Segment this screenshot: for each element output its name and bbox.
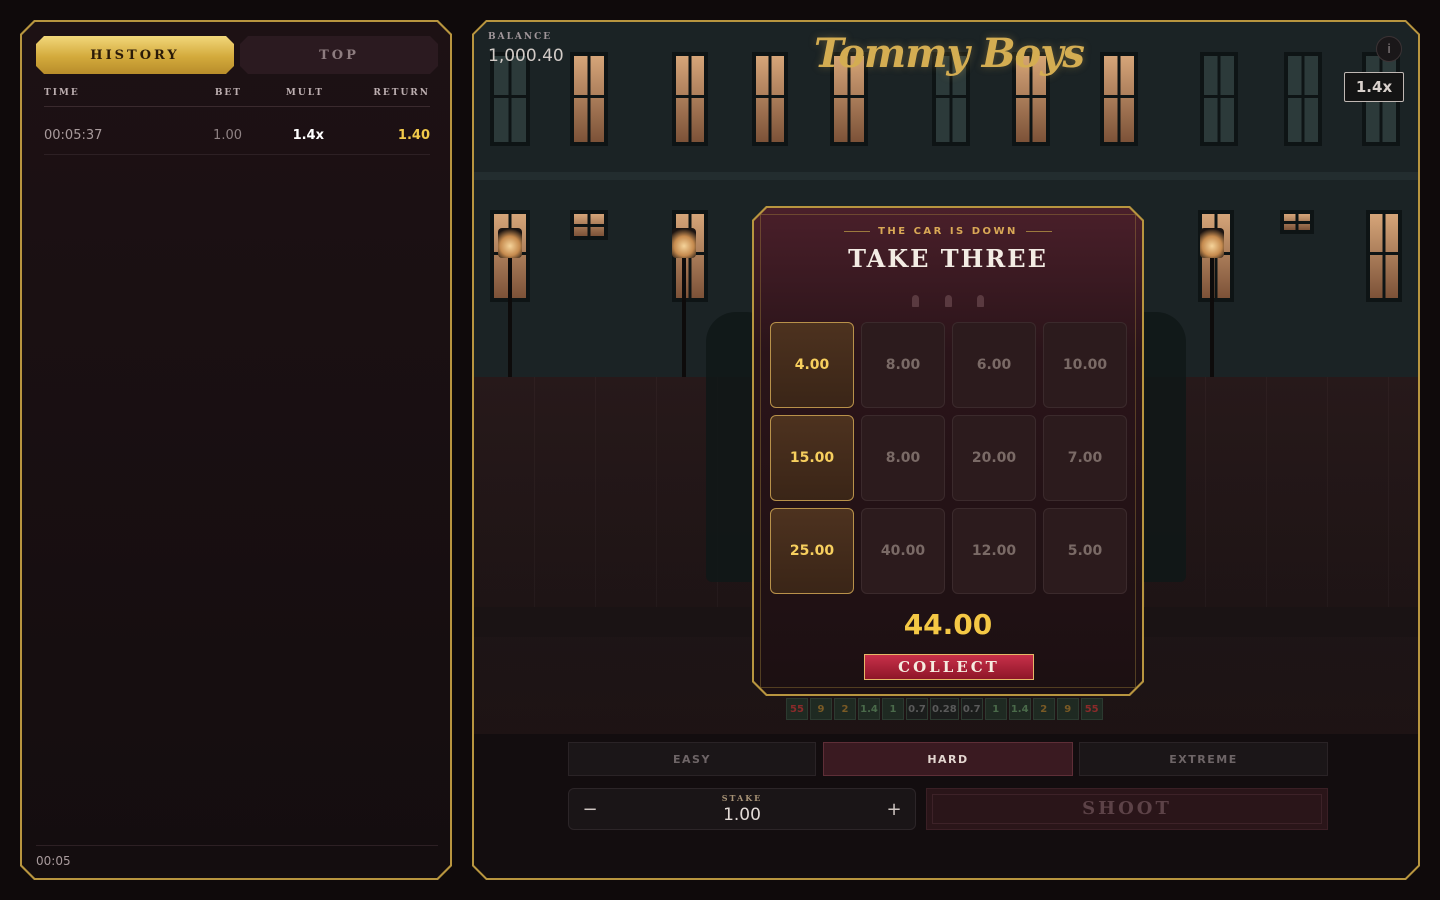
prize-cell[interactable]: 5.00 bbox=[1043, 508, 1127, 594]
multiplier-chip: 9 bbox=[810, 698, 832, 720]
history-panel: HISTORY TOP TIME BET MULT RETURN 00:05:3… bbox=[20, 20, 452, 880]
prize-cell[interactable]: 10.00 bbox=[1043, 322, 1127, 408]
row-mult: 1.4x bbox=[292, 128, 324, 143]
bullets-remaining bbox=[754, 292, 1142, 311]
difficulty-extreme-button[interactable]: EXTREME bbox=[1079, 742, 1328, 776]
prize-cell[interactable]: 8.00 bbox=[861, 415, 945, 501]
balance-value: 1,000.40 bbox=[488, 46, 564, 66]
multiplier-chip: 55 bbox=[786, 698, 808, 720]
difficulty-easy-button[interactable]: EASY bbox=[568, 742, 816, 776]
prize-grid: 4.00 8.00 6.00 10.00 15.00 8.00 20.00 7.… bbox=[770, 322, 1128, 594]
prize-cell[interactable]: 25.00 bbox=[770, 508, 854, 594]
multiplier-chip: 0.28 bbox=[930, 698, 959, 720]
multiplier-chip: 55 bbox=[1081, 698, 1103, 720]
column-header-bet: BET bbox=[214, 88, 242, 98]
prize-cell[interactable]: 8.00 bbox=[861, 322, 945, 408]
window bbox=[1366, 210, 1402, 302]
stake-increase-button[interactable]: + bbox=[881, 797, 907, 823]
row-return: 1.40 bbox=[397, 128, 430, 143]
window bbox=[570, 210, 608, 240]
prize-cell[interactable]: 12.00 bbox=[952, 508, 1036, 594]
stake-label: STAKE bbox=[721, 793, 763, 803]
session-timer: 00:05 bbox=[36, 845, 438, 868]
multiplier-chip: 0.7 bbox=[961, 698, 983, 720]
collect-button[interactable]: COLLECT bbox=[864, 654, 1034, 680]
column-header-return: RETURN bbox=[373, 88, 430, 98]
row-time: 00:05:37 bbox=[44, 128, 103, 143]
window bbox=[570, 52, 608, 146]
table-row[interactable]: 00:05:37 1.00 1.4x 1.40 bbox=[44, 118, 430, 155]
stake-stepper: − STAKE 1.00 + bbox=[568, 788, 916, 830]
window bbox=[490, 52, 530, 146]
street-lamp-icon bbox=[672, 228, 696, 258]
game-logo: Tommy Boys bbox=[814, 30, 1084, 77]
multiplier-chip: 0.7 bbox=[906, 698, 928, 720]
street-lamp-post bbox=[1210, 252, 1214, 392]
prize-cell[interactable]: 7.00 bbox=[1043, 415, 1127, 501]
multiplier-chip: 9 bbox=[1057, 698, 1079, 720]
difficulty-hard-button[interactable]: HARD bbox=[823, 742, 1073, 776]
multiplier-chip: 1 bbox=[985, 698, 1007, 720]
bonus-modal: THE CAR IS DOWN TAKE THREE 4.00 8.00 6.0… bbox=[752, 206, 1144, 696]
prize-cell[interactable]: 4.00 bbox=[770, 322, 854, 408]
controls-bar: EASY HARD EXTREME − STAKE 1.00 + SHOOT bbox=[474, 734, 1418, 878]
current-multiplier-badge: 1.4x bbox=[1344, 72, 1404, 102]
game-panel: BALANCE 1,000.40 Tommy Boys i 1.4x THE C… bbox=[472, 20, 1420, 880]
multiplier-chip: 1.4 bbox=[858, 698, 880, 720]
stake-value[interactable]: 1.00 bbox=[569, 805, 915, 825]
prize-cell[interactable]: 6.00 bbox=[952, 322, 1036, 408]
multiplier-strip: 55 9 2 1.4 1 0.7 0.28 0.7 1 1.4 2 9 55 bbox=[786, 698, 1103, 722]
column-header-mult: MULT bbox=[285, 88, 324, 98]
row-bet: 1.00 bbox=[213, 128, 242, 143]
info-icon[interactable]: i bbox=[1376, 36, 1402, 62]
modal-subtitle: THE CAR IS DOWN bbox=[754, 226, 1142, 237]
street-lamp-post bbox=[508, 252, 512, 392]
prize-cell[interactable]: 40.00 bbox=[861, 508, 945, 594]
tab-top[interactable]: TOP bbox=[240, 36, 438, 74]
street-lamp-icon bbox=[498, 228, 522, 258]
modal-subtitle-text: THE CAR IS DOWN bbox=[878, 226, 1018, 237]
balance-label: BALANCE bbox=[488, 32, 553, 42]
window bbox=[1284, 52, 1322, 146]
multiplier-chip: 2 bbox=[1033, 698, 1055, 720]
column-header-time: TIME bbox=[44, 88, 80, 98]
multiplier-chip: 1 bbox=[882, 698, 904, 720]
multiplier-chip: 1.4 bbox=[1009, 698, 1031, 720]
bullet-icon bbox=[977, 295, 984, 307]
bullet-icon bbox=[912, 295, 919, 307]
history-table-header: TIME BET MULT RETURN bbox=[44, 84, 430, 107]
window bbox=[1200, 52, 1238, 146]
bullet-icon bbox=[945, 295, 952, 307]
history-tabs: HISTORY TOP bbox=[36, 36, 438, 74]
multiplier-chip: 2 bbox=[834, 698, 856, 720]
window bbox=[1280, 210, 1314, 234]
street-lamp-icon bbox=[1200, 228, 1224, 258]
prize-cell[interactable]: 20.00 bbox=[952, 415, 1036, 501]
modal-title: TAKE THREE bbox=[848, 244, 1048, 273]
prize-cell[interactable]: 15.00 bbox=[770, 415, 854, 501]
street-lamp-post bbox=[682, 252, 686, 392]
bonus-total: 44.00 bbox=[903, 608, 993, 641]
building-cornice bbox=[474, 172, 1418, 180]
tab-history[interactable]: HISTORY bbox=[36, 36, 234, 74]
window bbox=[672, 52, 708, 146]
shoot-button[interactable]: SHOOT bbox=[926, 788, 1328, 830]
